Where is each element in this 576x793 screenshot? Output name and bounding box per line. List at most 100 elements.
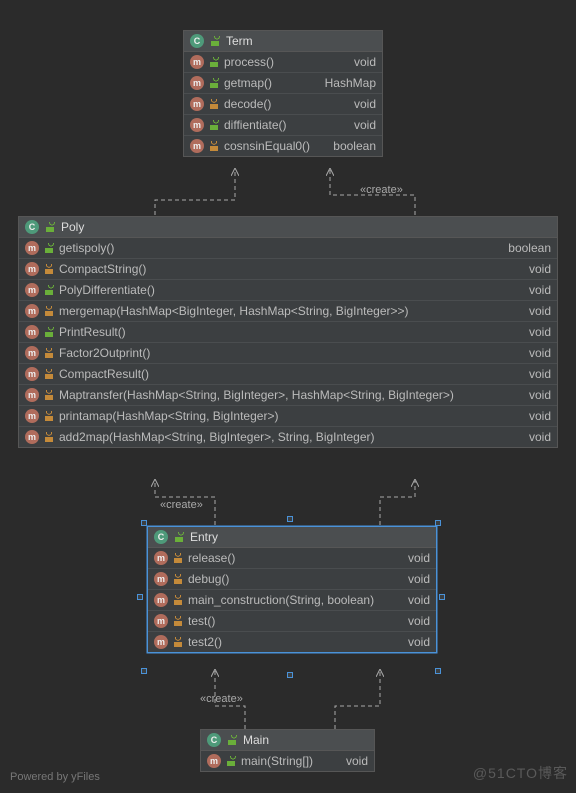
open-lock-icon bbox=[209, 78, 219, 88]
open-lock-icon bbox=[209, 120, 219, 130]
open-lock-icon bbox=[174, 532, 184, 542]
member-type: void bbox=[519, 367, 551, 381]
class-main[interactable]: Main main(String[]) void bbox=[200, 729, 375, 772]
watermark-label: @51CTO博客 bbox=[473, 763, 568, 783]
member-type: void bbox=[519, 388, 551, 402]
method-icon bbox=[25, 262, 39, 276]
member-name: main(String[]) bbox=[241, 754, 331, 768]
lock-icon bbox=[209, 99, 219, 109]
open-lock-icon bbox=[226, 756, 236, 766]
lock-icon bbox=[44, 264, 54, 274]
lock-icon bbox=[173, 595, 183, 605]
resize-handle[interactable] bbox=[141, 520, 147, 526]
lock-icon bbox=[44, 411, 54, 421]
member-row: main_construction(String, boolean) void bbox=[148, 590, 436, 611]
member-type: void bbox=[344, 55, 376, 69]
member-type: boolean bbox=[498, 241, 551, 255]
member-type: void bbox=[398, 635, 430, 649]
member-name: Maptransfer(HashMap<String, BigInteger>,… bbox=[59, 388, 514, 402]
class-header: Entry bbox=[148, 527, 436, 548]
member-type: void bbox=[398, 593, 430, 607]
class-title: Main bbox=[243, 733, 269, 747]
member-name: add2map(HashMap<String, BigInteger>, Str… bbox=[59, 430, 514, 444]
resize-handle[interactable] bbox=[141, 668, 147, 674]
member-row: debug()void bbox=[148, 569, 436, 590]
member-row: Factor2Outprint() void bbox=[19, 343, 557, 364]
method-icon bbox=[25, 430, 39, 444]
class-header: Main bbox=[201, 730, 374, 751]
create-label: «create» bbox=[160, 499, 203, 511]
class-title: Term bbox=[226, 34, 253, 48]
member-type: void bbox=[344, 118, 376, 132]
member-name: test() bbox=[188, 614, 393, 628]
class-header: Poly bbox=[19, 217, 557, 238]
resize-handle[interactable] bbox=[287, 516, 293, 522]
lock-icon bbox=[173, 574, 183, 584]
lock-icon bbox=[173, 637, 183, 647]
lock-icon bbox=[173, 553, 183, 563]
member-type: void bbox=[336, 754, 368, 768]
method-icon bbox=[190, 139, 204, 153]
member-type: void bbox=[519, 304, 551, 318]
method-icon bbox=[25, 304, 39, 318]
member-type: void bbox=[519, 346, 551, 360]
method-icon bbox=[25, 241, 39, 255]
resize-handle[interactable] bbox=[137, 594, 143, 600]
member-name: printamap(HashMap<String, BigInteger>) bbox=[59, 409, 514, 423]
member-type: boolean bbox=[323, 139, 376, 153]
method-icon bbox=[154, 614, 168, 628]
resize-handle[interactable] bbox=[435, 520, 441, 526]
resize-handle[interactable] bbox=[287, 672, 293, 678]
member-row: diffientiate() void bbox=[184, 115, 382, 136]
method-icon bbox=[190, 76, 204, 90]
method-icon bbox=[154, 635, 168, 649]
member-row: PolyDifferentiate() void bbox=[19, 280, 557, 301]
open-lock-icon bbox=[210, 36, 220, 46]
member-type: void bbox=[519, 262, 551, 276]
class-icon bbox=[190, 34, 204, 48]
member-name: Factor2Outprint() bbox=[59, 346, 514, 360]
lock-icon bbox=[173, 616, 183, 626]
member-row: PrintResult()void bbox=[19, 322, 557, 343]
member-name: decode() bbox=[224, 97, 339, 111]
member-name: diffientiate() bbox=[224, 118, 339, 132]
method-icon bbox=[190, 55, 204, 69]
open-lock-icon bbox=[44, 285, 54, 295]
method-icon bbox=[154, 551, 168, 565]
member-name: PolyDifferentiate() bbox=[59, 283, 514, 297]
method-icon bbox=[25, 346, 39, 360]
lock-icon bbox=[44, 348, 54, 358]
create-label: «create» bbox=[360, 184, 403, 196]
lock-icon bbox=[44, 369, 54, 379]
class-icon bbox=[207, 733, 221, 747]
member-type: void bbox=[398, 551, 430, 565]
member-row: main(String[]) void bbox=[201, 751, 374, 771]
resize-handle[interactable] bbox=[439, 594, 445, 600]
member-row: cosnsinEqual0() boolean bbox=[184, 136, 382, 156]
method-icon bbox=[25, 325, 39, 339]
class-term[interactable]: Term process()void getmap()HashMap decod… bbox=[183, 30, 383, 157]
class-entry[interactable]: Entry release()void debug()void main_con… bbox=[147, 526, 437, 653]
member-row: release()void bbox=[148, 548, 436, 569]
method-icon bbox=[25, 409, 39, 423]
member-type: void bbox=[344, 97, 376, 111]
lock-icon bbox=[44, 390, 54, 400]
member-name: PrintResult() bbox=[59, 325, 514, 339]
open-lock-icon bbox=[45, 222, 55, 232]
open-lock-icon bbox=[44, 243, 54, 253]
class-title: Poly bbox=[61, 220, 84, 234]
class-poly[interactable]: Poly getispoly()boolean CompactString()v… bbox=[18, 216, 558, 448]
member-row: test2()void bbox=[148, 632, 436, 652]
lock-icon bbox=[44, 306, 54, 316]
member-row: decode() void bbox=[184, 94, 382, 115]
open-lock-icon bbox=[44, 327, 54, 337]
member-name: main_construction(String, boolean) bbox=[188, 593, 393, 607]
member-row: mergemap(HashMap<BigInteger, HashMap<Str… bbox=[19, 301, 557, 322]
method-icon bbox=[25, 283, 39, 297]
method-icon bbox=[190, 118, 204, 132]
resize-handle[interactable] bbox=[435, 668, 441, 674]
create-label: «create» bbox=[200, 693, 243, 705]
member-name: cosnsinEqual0() bbox=[224, 139, 318, 153]
member-type: void bbox=[519, 283, 551, 297]
member-name: CompactString() bbox=[59, 262, 514, 276]
